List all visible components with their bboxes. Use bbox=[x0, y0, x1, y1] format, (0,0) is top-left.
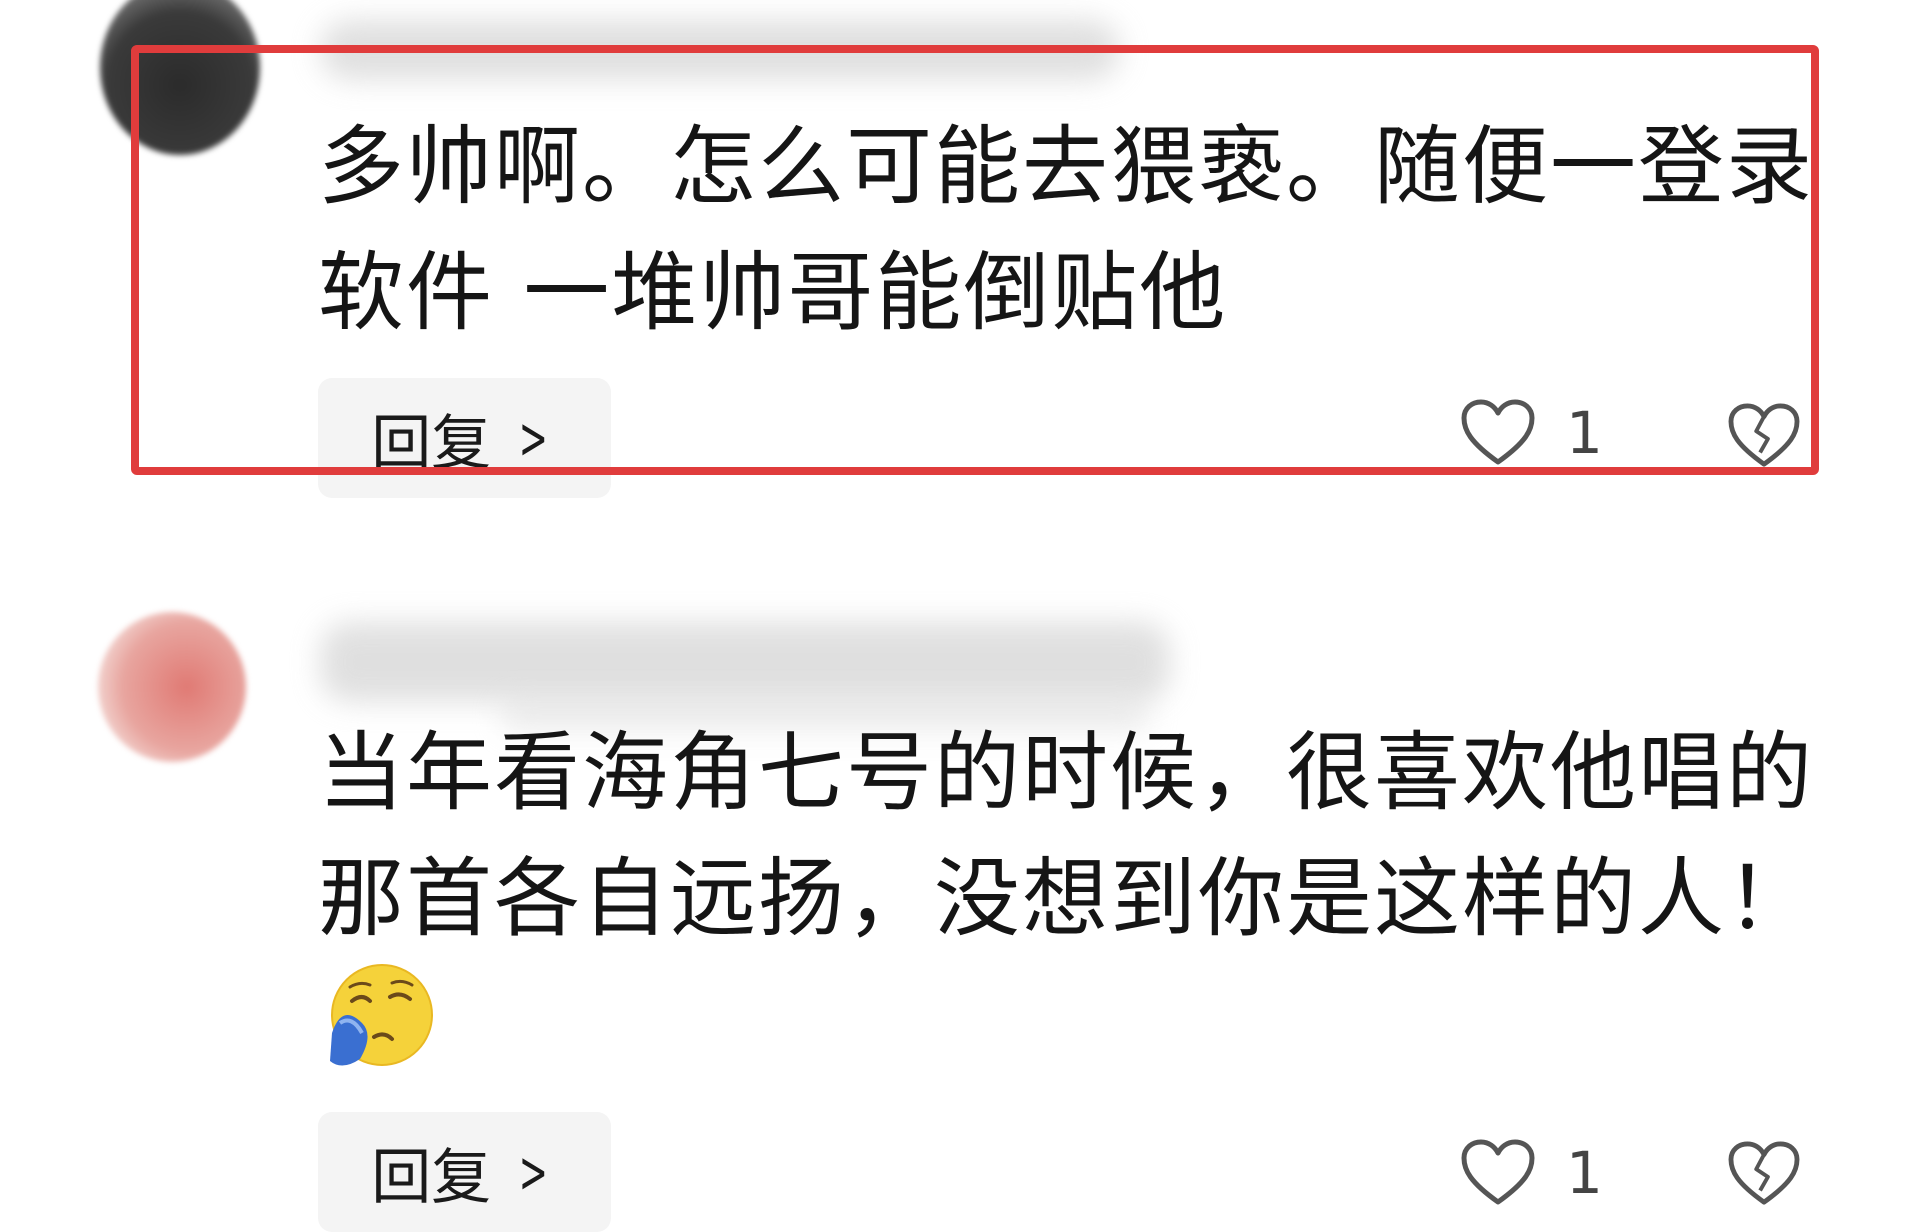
reply-button[interactable]: 回复 > bbox=[318, 378, 611, 498]
broken-heart-icon bbox=[1728, 1141, 1800, 1205]
comment-text: 当年看海角七号的时候，很喜欢他唱的 那首各自远扬，没想到你是这样的人！ bbox=[318, 723, 1814, 949]
like-button[interactable]: 1 bbox=[1460, 398, 1603, 468]
avatar[interactable] bbox=[100, 0, 260, 155]
avatar[interactable] bbox=[98, 612, 246, 762]
username-blurred bbox=[320, 20, 1120, 80]
chevron-right-icon: > bbox=[518, 1138, 549, 1206]
heart-icon bbox=[1461, 1139, 1535, 1205]
reply-label: 回复 bbox=[371, 1142, 492, 1213]
username-blurred bbox=[320, 622, 1170, 702]
reply-button[interactable]: 回复 > bbox=[318, 1112, 611, 1232]
dislike-button[interactable] bbox=[1727, 402, 1801, 470]
like-count: 1 bbox=[1566, 399, 1603, 467]
like-button[interactable]: 1 bbox=[1460, 1138, 1603, 1208]
broken-heart-icon bbox=[1728, 403, 1800, 467]
reply-label: 回复 bbox=[371, 408, 492, 479]
chevron-right-icon: > bbox=[518, 404, 549, 472]
dislike-button[interactable] bbox=[1727, 1140, 1801, 1208]
comment-text: 多帅啊。怎么可能去猥亵。随便一登录 软件 一堆帅哥能倒贴他 bbox=[318, 117, 1814, 343]
like-count: 1 bbox=[1566, 1139, 1603, 1207]
heart-icon bbox=[1461, 399, 1535, 465]
crying-emoji bbox=[330, 964, 433, 1066]
